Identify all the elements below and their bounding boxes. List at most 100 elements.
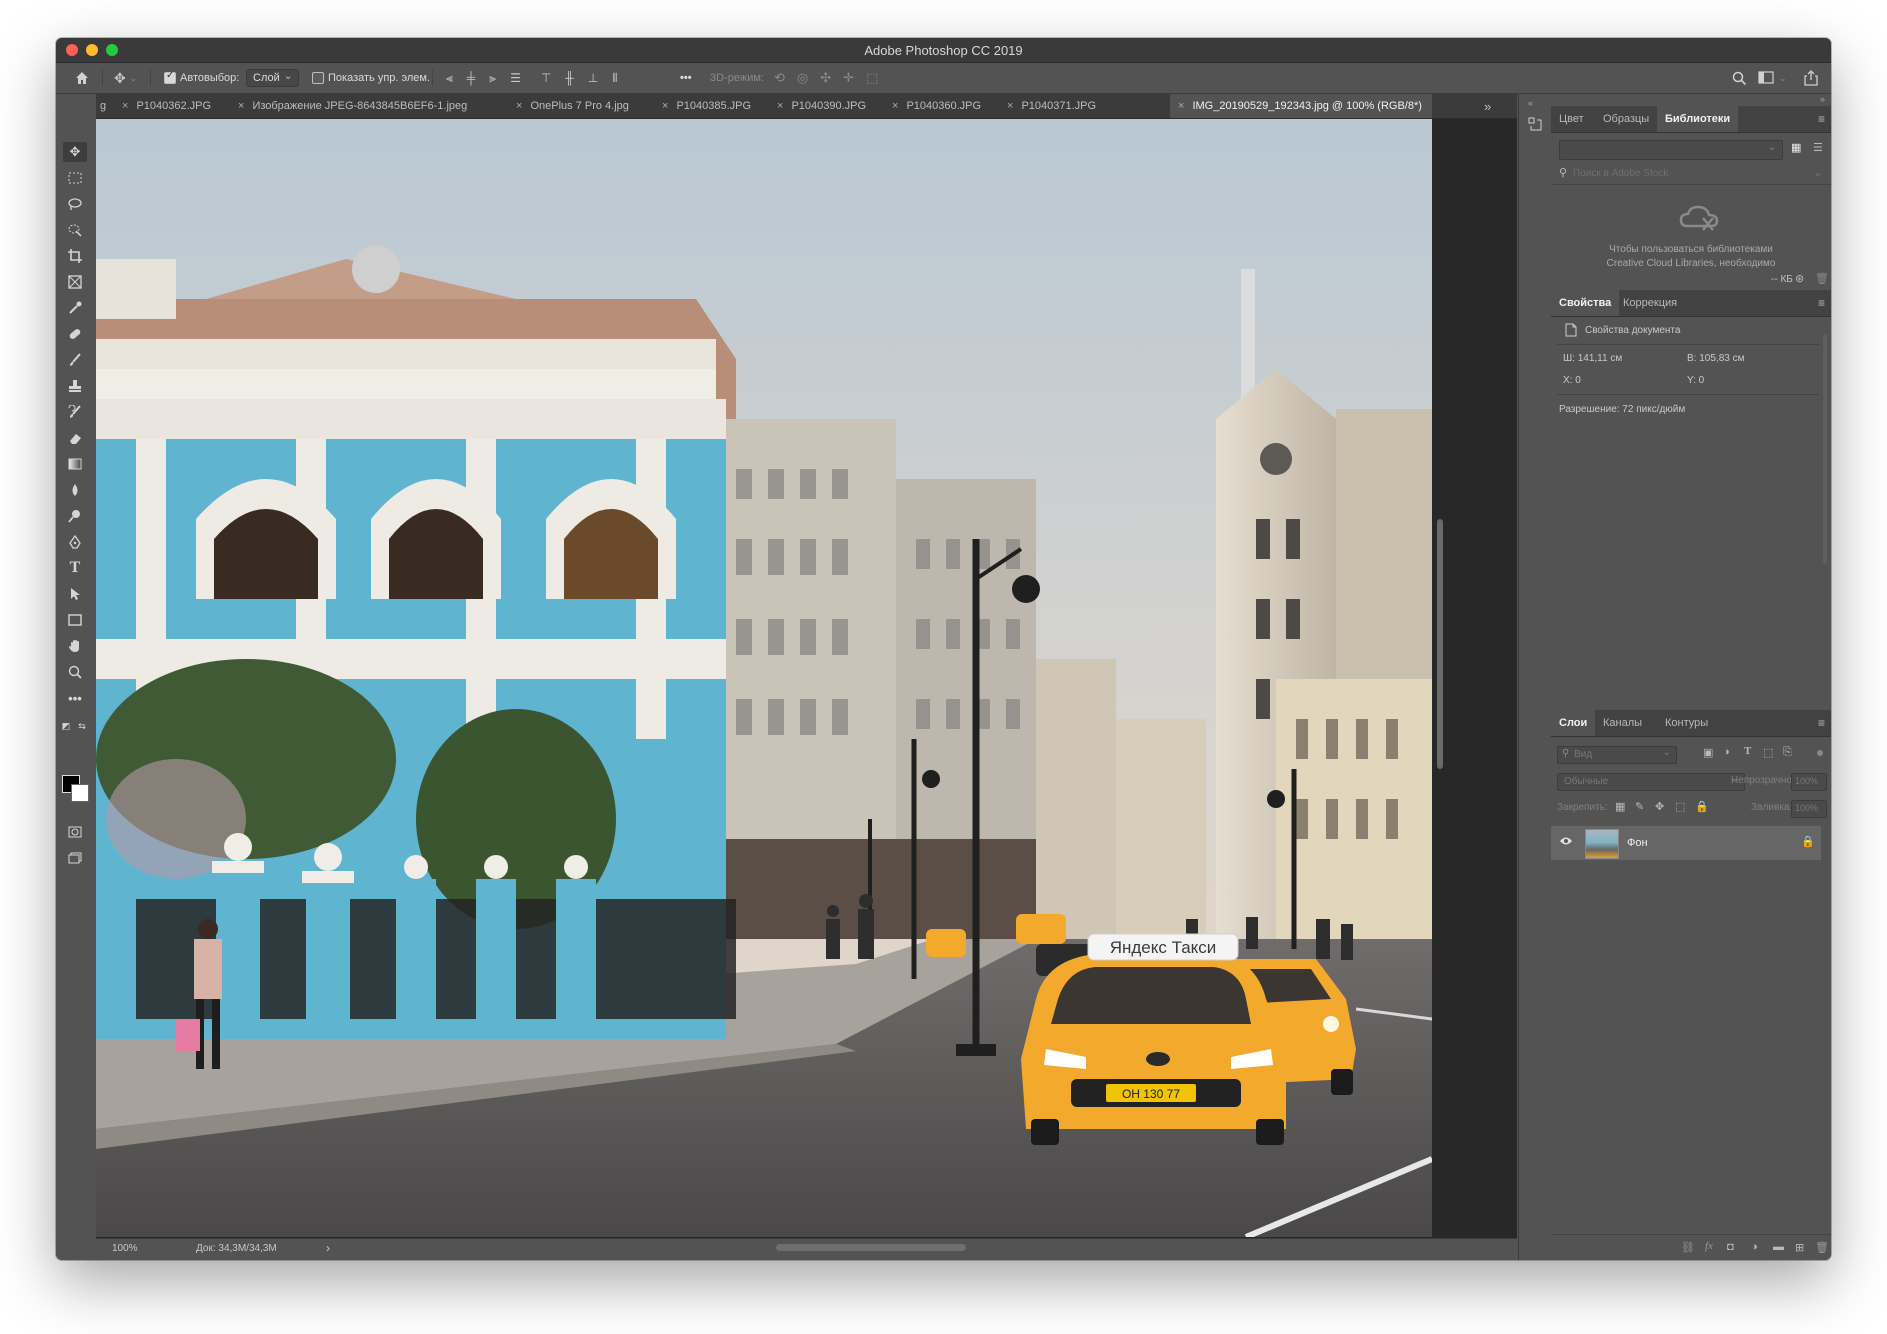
library-select-dropdown[interactable]: ⌄ — [1559, 140, 1783, 160]
align-bottom-icon[interactable]: ⊥ — [588, 71, 598, 85]
document-tab[interactable]: × P1040362.JPG — [122, 94, 211, 118]
stock-search-input[interactable]: Поиск в Adobe Stock — [1573, 168, 1668, 179]
align-right-icon[interactable]: ⫸ — [489, 71, 496, 86]
filter-type-icon[interactable]: T — [1744, 745, 1751, 757]
filter-shape-icon[interactable]: ⬚ — [1763, 746, 1773, 759]
show-transform-controls-checkbox[interactable]: Показать упр. элем. — [312, 63, 430, 93]
trash-icon[interactable]: 🗑 — [1815, 272, 1829, 285]
layer-filter-dropdown[interactable]: ⚲ Вид ⌄ — [1557, 746, 1677, 764]
doc-height-value[interactable]: В: 105,83 см — [1687, 353, 1744, 364]
brush-tool-icon[interactable] — [63, 350, 87, 370]
home-icon[interactable] — [74, 63, 90, 93]
document-canvas[interactable]: Яндекс Такси ОН 130 77 — [96, 119, 1432, 1237]
frame-tool-icon[interactable] — [63, 272, 87, 292]
zoom-level[interactable]: 100% — [112, 1243, 138, 1254]
gradient-tool-icon[interactable] — [63, 454, 87, 474]
document-tab[interactable]: × P1040390.JPG — [777, 94, 866, 118]
filter-adjustment-icon[interactable]: ◑ — [1723, 746, 1730, 758]
dodge-tool-icon[interactable] — [63, 506, 87, 526]
close-tab-icon[interactable]: × — [516, 100, 522, 112]
pen-tool-icon[interactable] — [63, 532, 87, 552]
eraser-tool-icon[interactable] — [63, 428, 87, 448]
lock-transparent-pixels-icon[interactable]: ▦ — [1615, 800, 1625, 813]
tab-adjustments[interactable]: Коррекция — [1615, 290, 1685, 316]
tab-libraries[interactable]: Библиотеки — [1657, 106, 1739, 132]
lock-all-icon[interactable]: 🔒 — [1695, 800, 1709, 813]
tab-properties[interactable]: Свойства — [1551, 290, 1620, 316]
align-left-icon[interactable]: ⫷ — [446, 71, 453, 86]
lock-position-icon[interactable]: ✥ — [1655, 800, 1664, 813]
layer-style-icon[interactable]: fx — [1705, 1240, 1713, 1252]
3d-scale-icon[interactable]: ⬚ — [866, 70, 878, 86]
quick-mask-icon[interactable] — [63, 822, 87, 842]
distribute-vertical-icon[interactable]: ⦀ — [612, 71, 617, 86]
grid-view-icon[interactable]: ▦ — [1791, 141, 1801, 154]
3d-slide-icon[interactable]: ✛ — [843, 70, 854, 86]
eyedropper-tool-icon[interactable] — [63, 298, 87, 318]
more-options-button[interactable]: ••• — [680, 63, 692, 93]
tab-channels[interactable]: Каналы — [1595, 710, 1650, 736]
hand-tool-icon[interactable] — [63, 636, 87, 656]
properties-scrollbar[interactable] — [1823, 334, 1827, 564]
quick-selection-tool-icon[interactable] — [63, 220, 87, 240]
history-brush-tool-icon[interactable] — [63, 402, 87, 422]
sync-icon[interactable]: ⊛ — [1795, 272, 1804, 285]
close-tab-icon[interactable]: × — [662, 100, 668, 112]
layer-row[interactable]: Фон 🔒 — [1551, 826, 1821, 860]
auto-select-dropdown[interactable]: Слой — [246, 63, 299, 93]
align-top-icon[interactable]: ⊤ — [541, 71, 551, 85]
auto-select-checkbox[interactable]: Автовыбор: — [164, 63, 239, 93]
lock-artboard-icon[interactable]: ⬚ — [1675, 800, 1685, 813]
crop-tool-icon[interactable] — [63, 246, 87, 266]
new-layer-icon[interactable]: ⊞ — [1795, 1241, 1804, 1254]
close-tab-icon[interactable]: × — [238, 100, 244, 112]
blur-tool-icon[interactable] — [63, 480, 87, 500]
close-tab-icon[interactable]: × — [892, 100, 898, 112]
new-adjustment-layer-icon[interactable]: ◑ — [1751, 1241, 1758, 1253]
path-selection-tool-icon[interactable] — [63, 584, 87, 604]
document-tab[interactable]: × Изображение JPEG-8643845B6EF6-1.jpeg — [238, 94, 467, 118]
move-tool-preset-button[interactable]: ✥ ⌄ — [114, 63, 137, 93]
align-center-horizontal-icon[interactable]: ╪ — [467, 71, 476, 85]
opacity-field[interactable]: 100% — [1791, 773, 1827, 791]
background-color-swatch[interactable] — [71, 784, 89, 802]
marquee-tool-icon[interactable] — [63, 168, 87, 188]
tab-layers[interactable]: Слои — [1551, 710, 1596, 736]
layer-name[interactable]: Фон — [1627, 837, 1648, 849]
3d-pan-icon[interactable]: ✣ — [820, 70, 831, 86]
document-tab[interactable]: × P1040371.JPG — [1007, 94, 1096, 118]
filter-toggle[interactable] — [1817, 750, 1823, 756]
swap-colors-icon[interactable]: ⇆ — [76, 720, 88, 732]
panel-menu-icon[interactable]: ≡ — [1818, 716, 1825, 730]
close-tab-icon[interactable]: × — [1178, 100, 1184, 112]
workspace-switcher-icon[interactable]: ⌄ — [1758, 63, 1787, 93]
tab-color[interactable]: Цвет — [1551, 106, 1592, 132]
lock-image-pixels-icon[interactable]: ✎ — [1635, 800, 1644, 813]
healing-brush-tool-icon[interactable] — [63, 324, 87, 344]
fill-field[interactable]: 100% — [1791, 800, 1827, 818]
default-colors-icon[interactable]: ◩ — [60, 720, 72, 732]
screen-mode-icon[interactable] — [63, 848, 87, 868]
collapse-dock-icon[interactable]: « — [1528, 98, 1533, 108]
doc-x-value[interactable]: X: 0 — [1563, 375, 1581, 386]
3d-roll-icon[interactable]: ◎ — [797, 70, 808, 86]
tabs-overflow-button[interactable]: » — [1484, 94, 1491, 118]
doc-y-value[interactable]: Y: 0 — [1687, 375, 1704, 386]
search-dropdown-icon[interactable]: ⌄ — [1813, 166, 1822, 179]
doc-width-value[interactable]: Ш: 141,11 см — [1563, 353, 1622, 364]
document-tab[interactable]: g — [100, 94, 106, 118]
close-tab-icon[interactable]: × — [777, 100, 783, 112]
filter-pixel-icon[interactable]: ▣ — [1703, 746, 1713, 759]
collapse-panels-icon[interactable]: » — [1820, 94, 1825, 104]
filter-smart-object-icon[interactable]: ⎘ — [1783, 746, 1792, 759]
share-icon[interactable] — [1804, 63, 1818, 93]
tab-swatches[interactable]: Образцы — [1595, 106, 1657, 132]
document-tab[interactable]: × OnePlus 7 Pro 4.jpg — [516, 94, 629, 118]
edit-toolbar-icon[interactable]: ••• — [63, 688, 87, 708]
document-tab-active[interactable]: × IMG_20190529_192343.jpg @ 100% (RGB/8*) — [1170, 94, 1432, 118]
status-menu-arrow[interactable]: › — [326, 1241, 330, 1255]
3d-orbit-icon[interactable]: ⟲ — [774, 70, 785, 86]
lasso-tool-icon[interactable] — [63, 194, 87, 214]
delete-layer-icon[interactable]: 🗑 — [1815, 1241, 1829, 1254]
search-icon[interactable] — [1732, 63, 1747, 93]
